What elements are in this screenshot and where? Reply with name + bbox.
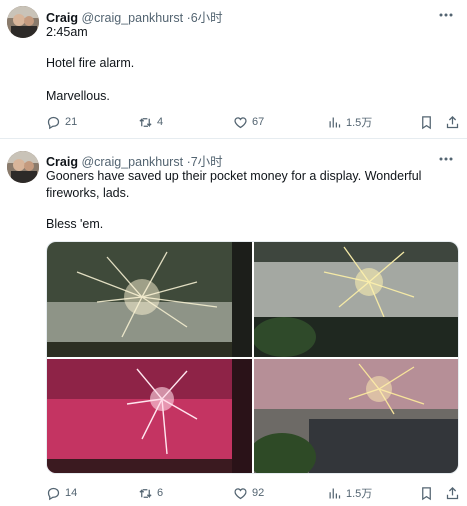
user-handle[interactable]: @craig_pankhurst [81, 155, 183, 169]
firework-photo[interactable] [254, 242, 458, 357]
share-icon [446, 115, 459, 128]
firework-photo[interactable] [254, 359, 458, 473]
reply-count: 14 [65, 487, 78, 499]
heart-icon [234, 487, 247, 499]
views-button[interactable]: 1.5万 [327, 112, 372, 132]
avatar[interactable] [7, 151, 39, 183]
user-name[interactable]: Craig [46, 11, 78, 25]
reply-button[interactable]: 14 [46, 483, 77, 503]
bookmark-icon [422, 486, 431, 500]
retweet-count: 6 [157, 487, 164, 499]
bookmark-button[interactable] [419, 483, 434, 503]
reply-icon [47, 487, 60, 500]
reply-icon [47, 116, 60, 129]
tweet-text-line: Gooners have saved up their pocket money… [46, 169, 422, 200]
like-count: 67 [252, 116, 265, 128]
firework-photo[interactable] [47, 242, 252, 357]
tweet-text-line: 2:45am [46, 25, 88, 39]
retweet-button[interactable]: 6 [138, 483, 163, 503]
share-button[interactable] [445, 483, 460, 503]
like-count: 92 [252, 487, 265, 499]
tweet-time[interactable]: 6小时 [191, 11, 223, 25]
tweet-actions: 14 6 92 1.5万 [0, 483, 467, 503]
like-button[interactable]: 92 [233, 483, 264, 503]
like-button[interactable]: 67 [233, 112, 264, 132]
bookmark-button[interactable] [419, 112, 434, 132]
views-button[interactable]: 1.5万 [327, 483, 372, 503]
user-name[interactable]: Craig [46, 155, 78, 169]
firework-photo[interactable] [47, 359, 252, 473]
retweet-count: 4 [157, 116, 164, 128]
retweet-icon [139, 488, 152, 498]
tweet-text-line: Marvellous. [46, 89, 110, 103]
share-button[interactable] [445, 112, 460, 132]
tweet[interactable]: Craig @craig_pankhurst ·7小时 Gooners have… [0, 140, 467, 506]
bookmark-icon [422, 115, 431, 129]
more-icon[interactable] [437, 8, 455, 22]
tweet-time[interactable]: 7小时 [191, 155, 223, 169]
tweet-actions: 21 4 67 1.5万 [0, 112, 467, 132]
views-count: 1.5万 [346, 117, 373, 129]
heart-icon [234, 116, 247, 128]
avatar[interactable] [7, 6, 39, 38]
user-handle[interactable]: @craig_pankhurst [81, 11, 183, 25]
reply-count: 21 [65, 116, 78, 128]
retweet-button[interactable]: 4 [138, 112, 163, 132]
tweet-text-line: Hotel fire alarm. [46, 56, 135, 70]
views-count: 1.5万 [346, 488, 373, 500]
share-icon [446, 486, 459, 499]
media-grid [46, 241, 459, 474]
tweet[interactable]: Craig @craig_pankhurst ·6小时 2:45am Hotel… [0, 0, 467, 139]
views-icon [329, 117, 341, 127]
reply-button[interactable]: 21 [46, 112, 77, 132]
views-icon [329, 488, 341, 498]
tweet-text-line: Bless 'em. [46, 217, 104, 231]
more-icon[interactable] [437, 152, 455, 166]
retweet-icon [139, 117, 152, 127]
